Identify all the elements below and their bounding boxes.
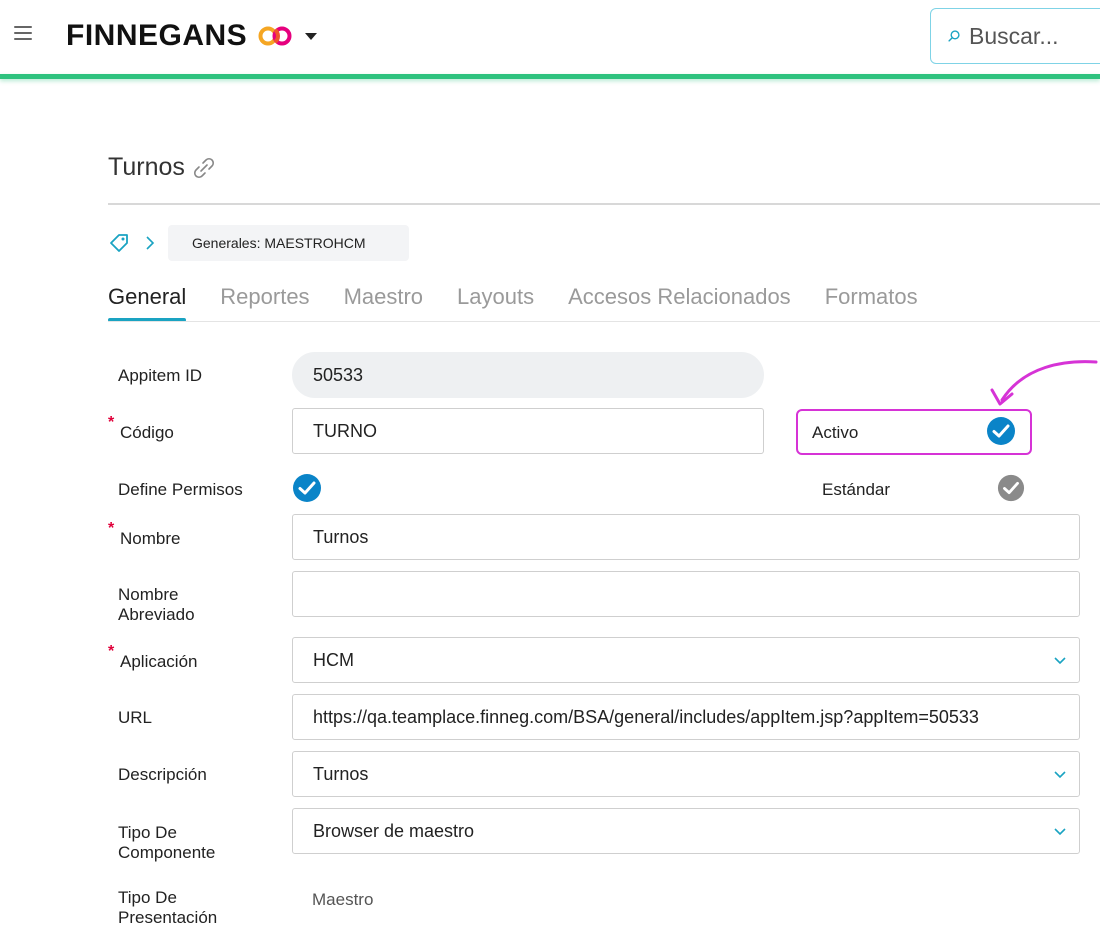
estandar-label: Estándar <box>822 480 891 499</box>
title-divider <box>108 203 1100 205</box>
nombre-abreviado-label-line1: Nombre <box>118 585 179 604</box>
aplicacion-select[interactable]: HCM <box>292 637 1080 683</box>
tipo-componente-select[interactable]: Browser de maestro <box>292 808 1080 854</box>
define-permisos-label: Define Permisos <box>118 480 243 499</box>
required-marker: * <box>108 414 115 431</box>
activo-checkbox-icon[interactable] <box>986 416 1016 446</box>
tab-reportes[interactable]: Reportes <box>220 284 309 320</box>
nombre-abreviado-label: Nombre Abreviado <box>118 585 195 625</box>
nombre-abreviado-label-line2: Abreviado <box>118 605 195 624</box>
tab-general[interactable]: General <box>108 284 187 322</box>
brand[interactable]: FINNEGANS <box>66 16 318 56</box>
url-label: URL <box>118 708 153 727</box>
chevron-right-icon <box>146 236 155 250</box>
brand-name: FINNEGANS <box>66 19 248 52</box>
search-input[interactable] <box>969 22 1100 50</box>
chevron-down-icon <box>1054 828 1066 836</box>
search-box[interactable] <box>930 8 1100 64</box>
tipo-componente-label: Tipo De Componente <box>118 823 215 863</box>
appitem-id-field: 50533 <box>292 352 764 398</box>
required-marker: * <box>108 643 115 660</box>
tab-formatos[interactable]: Formatos <box>825 284 918 320</box>
annotation-arrow-icon <box>990 360 1098 406</box>
descripcion-select-value: Turnos <box>313 763 369 784</box>
tipo-componente-label-line2: Componente <box>118 843 216 862</box>
descripcion-label: Descripción <box>118 765 207 784</box>
breadcrumb-item[interactable]: Generales: MAESTROHCM <box>168 225 410 261</box>
nombre-abreviado-input[interactable] <box>292 571 1080 617</box>
tab-bar: General Reportes Maestro Layouts Accesos… <box>108 284 952 324</box>
tipo-presentacion-label: Tipo De Presentación <box>118 888 217 928</box>
define-permisos-checkbox-icon[interactable] <box>292 473 322 503</box>
tab-accesos-relacionados[interactable]: Accesos Relacionados <box>568 284 791 320</box>
nombre-label: Nombre <box>120 529 181 548</box>
activo-label: Activo <box>812 423 859 442</box>
required-marker: * <box>108 520 115 537</box>
codigo-input[interactable]: TURNO <box>292 408 764 454</box>
nombre-input[interactable]: Turnos <box>292 514 1080 560</box>
page-title: Turnos <box>108 153 217 182</box>
tipo-presentacion-label-line1: Tipo De <box>118 888 177 907</box>
search-icon <box>948 30 960 42</box>
brand-dropdown-icon[interactable] <box>305 32 318 40</box>
top-bar: FINNEGANS <box>0 0 1100 76</box>
descripcion-select[interactable]: Turnos <box>292 751 1080 797</box>
chevron-down-icon <box>1054 657 1066 665</box>
finnegans-logo-icon <box>258 26 292 46</box>
chevron-down-icon <box>1054 771 1066 779</box>
tipo-componente-select-value: Browser de maestro <box>313 820 475 841</box>
tag-icon[interactable] <box>108 232 130 254</box>
codigo-label: Código <box>120 423 174 442</box>
url-input[interactable]: https://qa.teamplace.finneg.com/BSA/gene… <box>292 694 1080 740</box>
tipo-presentacion-label-line2: Presentación <box>118 908 218 927</box>
aplicacion-label: Aplicación <box>120 652 198 671</box>
appitem-id-label: Appitem ID <box>118 366 203 385</box>
estandar-checkbox-icon <box>997 474 1025 502</box>
breadcrumb: Generales: MAESTROHCM <box>108 224 410 262</box>
hamburger-icon[interactable] <box>14 26 32 40</box>
tabs-divider <box>108 321 1100 322</box>
page-title-text: Turnos <box>108 153 185 181</box>
tipo-presentacion-value: Maestro <box>312 890 374 909</box>
aplicacion-select-value: HCM <box>313 649 354 670</box>
tab-maestro[interactable]: Maestro <box>344 284 423 320</box>
link-icon[interactable] <box>191 155 217 181</box>
tab-layouts[interactable]: Layouts <box>457 284 534 320</box>
topbar-accent-line <box>0 74 1100 79</box>
tipo-componente-label-line1: Tipo De <box>118 823 177 842</box>
